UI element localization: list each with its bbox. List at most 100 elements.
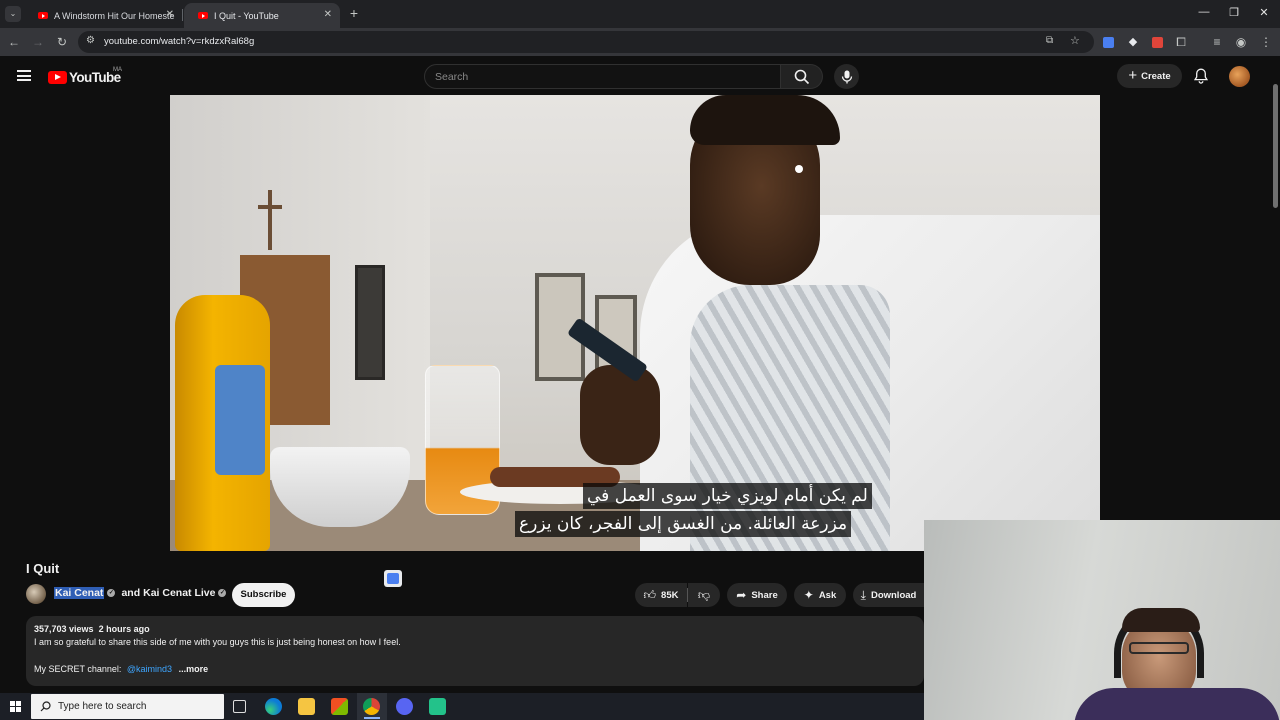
video-frame-crucifix-bar [258,205,282,209]
description-text: I am so grateful to share this side of m… [34,637,401,647]
site-info-icon[interactable]: ⚙ [86,35,95,46]
youtube-favicon-icon [38,12,48,19]
dislike-button[interactable]: 👎︎ [688,583,720,607]
page-scrollbar[interactable] [1271,58,1280,523]
caption-line-1: لم يكن أمام لويزي خيار سوى العمل في [583,483,872,509]
browser-tab-active[interactable]: I Quit - YouTube ✕ [184,3,340,28]
download-label: Download [870,589,917,601]
tab-divider [182,9,183,21]
forward-icon[interactable]: → [30,34,46,50]
verified-badge-icon: ✓ [218,589,227,597]
microphone-icon [841,70,852,83]
subscribe-button[interactable]: Subscribe [232,583,295,607]
windows-start-icon[interactable] [10,701,21,712]
youtube-favicon-icon [198,12,208,19]
scrollbar-thumb[interactable] [1273,84,1278,208]
plus-icon: + [1128,67,1138,84]
app-green-icon[interactable] [429,698,446,715]
install-app-icon[interactable]: ⧉ [1046,35,1053,46]
edge-icon[interactable] [265,698,282,715]
publish-date: 2 hours ago [98,624,150,634]
microsoft-store-icon[interactable] [331,698,348,715]
minimize-icon[interactable]: — [1197,6,1211,18]
discord-icon[interactable] [396,698,413,715]
extensions-puzzle-icon[interactable]: ⧠ [1173,34,1189,50]
sparkle-icon: ✦ [803,588,814,602]
extension-red-icon[interactable] [1152,37,1163,48]
close-tab-icon[interactable]: ✕ [324,9,332,20]
verified-badge-icon: ✓ [107,589,116,597]
translate-extension-icon[interactable] [1103,37,1114,48]
back-icon[interactable]: ← [6,34,22,50]
youtube-logo[interactable]: YouTube [48,69,121,85]
video-title: I Quit [26,561,60,576]
search-placeholder: Search [435,71,469,83]
search-icon [794,69,810,85]
ask-button[interactable]: ✦ Ask [794,583,846,607]
search-input[interactable]: Search [424,64,781,89]
channel-avatar[interactable] [26,584,46,604]
youtube-header: YouTube MA Search + Create [0,56,1280,96]
subscribe-label: Subscribe [240,589,287,600]
tab-title: A Windstorm Hit Our Homeste [54,10,175,21]
translate-overlay-icon[interactable] [384,570,402,587]
chrome-menu-icon[interactable]: ⋮ [1258,34,1274,50]
video-frame-mustard-label [215,365,265,475]
voice-search-button[interactable] [834,64,859,89]
webcam-person-hair [1122,608,1200,632]
download-icon: ⤓ [860,587,866,602]
create-label: Create [1141,70,1171,82]
video-frame-hand [580,365,660,465]
show-more-link[interactable]: ...more [179,664,209,674]
new-tab-button[interactable]: + [346,5,362,21]
profile-icon[interactable]: ◉ [1233,34,1249,50]
browser-toolbar: ← → ↻ ⚙ youtube.com/watch?v=rkdzxRal68g … [0,28,1280,56]
video-frame-person-hair [690,95,840,145]
search-icon [40,701,51,712]
reload-icon[interactable]: ↻ [54,34,70,50]
like-count: 85K [661,589,679,601]
restore-icon[interactable]: ❐ [1227,6,1241,19]
avatar[interactable] [1229,66,1250,87]
notifications-bell-icon[interactable] [1194,68,1208,84]
reading-list-icon[interactable]: ≡ [1209,34,1225,50]
browser-tab[interactable]: A Windstorm Hit Our Homeste ✕ [24,3,182,28]
download-button[interactable]: ⤓ Download [853,583,924,607]
like-button[interactable]: 👍︎ 85K [635,583,687,607]
youtube-logo-icon [48,70,67,84]
view-count: 357,703 views [34,624,94,634]
video-player[interactable]: لم يكن أمام لويزي خيار سوى العمل في مزرع… [170,95,1100,551]
browser-tab-strip: ⌄ A Windstorm Hit Our Homeste ✕ I Quit -… [0,0,1280,28]
description-meta: 357,703 views 2 hours ago [34,624,150,634]
webcam-person-body [1074,688,1280,720]
close-window-icon[interactable]: ✕ [1257,6,1271,19]
collab-channel-name[interactable]: Kai Cenat Live [143,587,215,599]
tab-search-button[interactable]: ⌄ [5,6,21,22]
taskbar-search-placeholder: Type here to search [58,701,147,712]
tab-title: I Quit - YouTube [214,10,279,21]
secret-channel-label: My SECRET channel: [34,664,122,674]
channel-line: Kai Cenat ✓ and Kai Cenat Live ✓ [54,587,227,599]
address-bar[interactable]: ⚙ youtube.com/watch?v=rkdzxRal68g ⧉ ☆ [78,31,1094,53]
extension-diamond-icon[interactable]: ◆ [1125,34,1141,50]
search-button[interactable] [781,64,823,89]
hamburger-menu-icon[interactable] [17,70,31,81]
chrome-icon[interactable] [363,698,380,715]
url-text[interactable]: youtube.com/watch?v=rkdzxRal68g [104,36,254,47]
description-secret-line: My SECRET channel: @kaimind3 ...more [34,664,208,674]
windows-taskbar: Type here to search [0,693,924,720]
share-label: Share [751,589,778,601]
ask-label: Ask [818,589,837,601]
thumbs-up-icon: 👍︎ [643,587,657,602]
task-view-icon[interactable] [233,700,246,713]
close-tab-icon[interactable]: ✕ [166,9,174,20]
share-button[interactable]: ➦ Share [727,583,787,607]
description-box[interactable]: 357,703 views 2 hours ago I am so gratef… [26,616,924,686]
caption-line-2: مزرعة العائلة. من الغسق إلى الفجر، كان ي… [515,511,852,537]
create-button[interactable]: + Create [1117,64,1182,88]
file-explorer-icon[interactable] [298,698,315,715]
bookmark-star-icon[interactable]: ☆ [1070,34,1080,47]
taskbar-search-input[interactable]: Type here to search [31,694,224,719]
secret-channel-link[interactable]: @kaimind3 [127,664,172,674]
channel-name[interactable]: Kai Cenat [54,587,105,599]
